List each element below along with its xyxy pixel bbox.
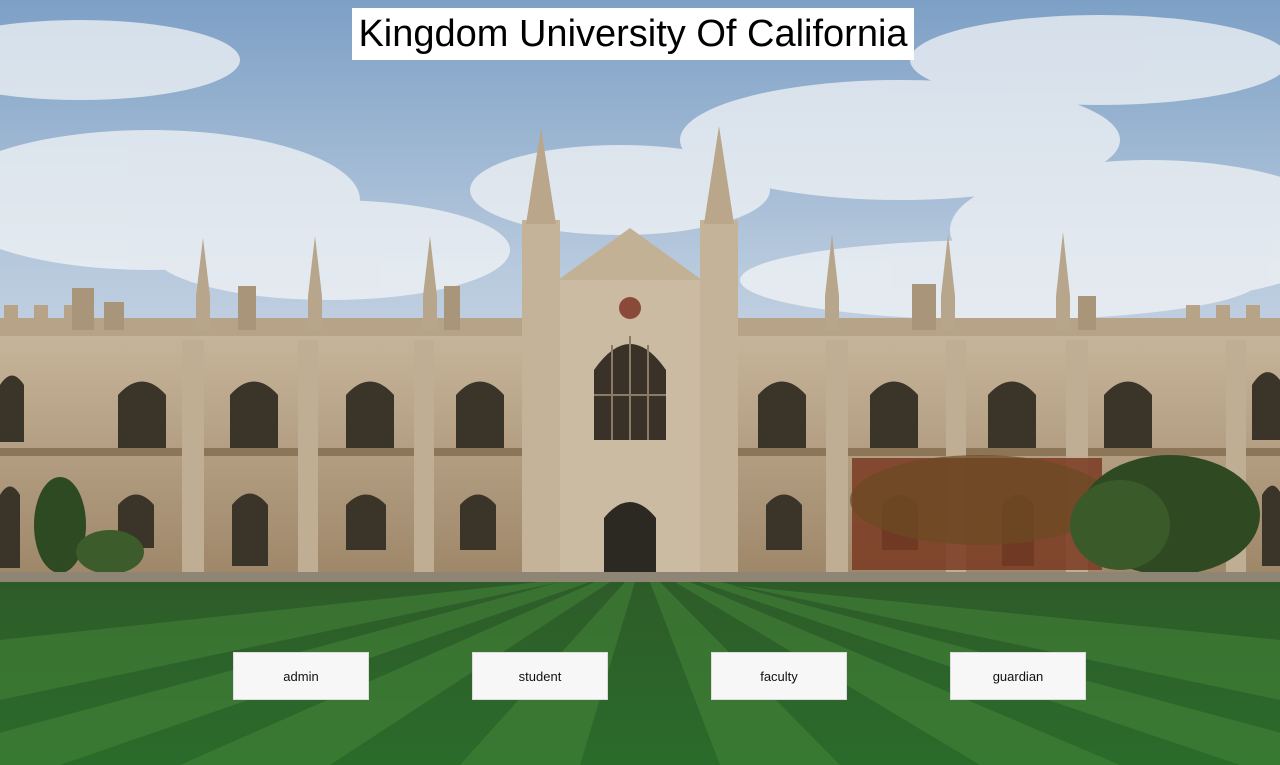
campus-background-image: [0, 0, 1280, 765]
guardian-button[interactable]: guardian: [950, 652, 1086, 700]
faculty-button[interactable]: faculty: [711, 652, 847, 700]
app-title: Kingdom University Of California: [358, 12, 908, 55]
student-button[interactable]: student: [472, 652, 608, 700]
admin-button[interactable]: admin: [233, 652, 369, 700]
app-title-banner: Kingdom University Of California: [352, 8, 914, 60]
